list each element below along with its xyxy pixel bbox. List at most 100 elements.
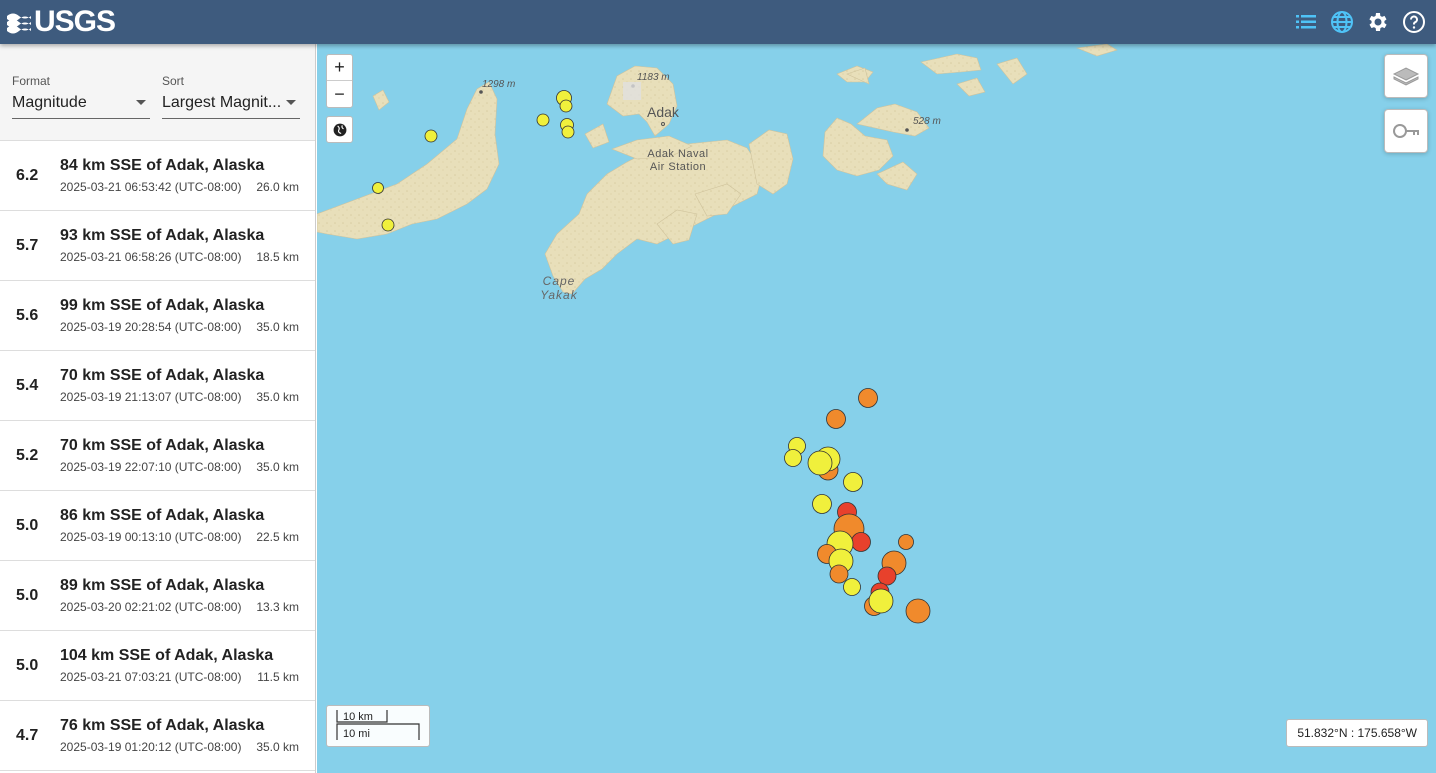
depth: 26.0 km <box>256 180 299 194</box>
globe-icon[interactable] <box>1330 10 1354 34</box>
elevation-label: 1298 m <box>482 79 516 90</box>
depth: 18.5 km <box>256 250 299 264</box>
place-label-naval-station: Adak Naval Air Station <box>647 148 709 173</box>
earthquake-list-item[interactable]: 5.6 99 km SSE of Adak, Alaska 2025-03-19 2… <box>0 281 315 351</box>
usgs-wave-icon <box>7 13 31 34</box>
key-icon <box>1393 124 1419 138</box>
logo-text: USGS <box>34 5 116 38</box>
event-time: 2025-03-19 20:28:54 (UTC-08:00) <box>60 320 242 334</box>
magnitude: 5.7 <box>16 237 39 254</box>
event-time: 2025-03-21 06:53:42 (UTC-08:00) <box>60 180 242 194</box>
earthquake-list-panel: Format Magnitude Sort Largest Magnit... … <box>0 44 316 773</box>
earthquake-marker[interactable] <box>877 566 897 586</box>
earthquake-marker[interactable] <box>559 99 573 113</box>
elevation-label: 528 m <box>913 116 941 127</box>
location: 76 km SSE of Adak, Alaska <box>60 717 265 734</box>
sort-select[interactable]: Sort Largest Magnit... <box>162 74 300 119</box>
magnitude: 5.2 <box>16 447 39 464</box>
location: 70 km SSE of Adak, Alaska <box>60 367 265 384</box>
magnitude: 5.0 <box>16 587 39 604</box>
list-icon[interactable] <box>1294 10 1318 34</box>
earthquake-list-item[interactable]: 6.2 84 km SSE of Adak, Alaska 2025-03-21 0… <box>0 141 315 211</box>
earthquake-list-item[interactable]: 5.0 104 km SSE of Adak, Alaska 2025-03-21 … <box>0 631 315 701</box>
earthquake-marker[interactable] <box>858 388 878 408</box>
depth: 13.3 km <box>256 600 299 614</box>
map-scale: 10 km 10 mi <box>326 705 430 747</box>
earthquake-marker[interactable] <box>536 113 550 127</box>
format-select[interactable]: Format Magnitude <box>12 74 150 119</box>
settings-icon[interactable] <box>1366 10 1390 34</box>
format-label: Format <box>12 74 51 88</box>
earthquake-marker[interactable] <box>807 450 833 476</box>
earthquake-marker[interactable] <box>829 564 849 584</box>
earthquake-list-item[interactable]: 4.7 76 km SSE of Adak, Alaska 2025-03-19 0… <box>0 701 315 771</box>
earthquake-marker[interactable] <box>381 218 395 232</box>
chevron-down-icon <box>136 100 146 105</box>
earthquake-marker[interactable] <box>905 598 931 624</box>
basemap[interactable] <box>317 44 1436 773</box>
zoom-out-button[interactable]: − <box>327 81 352 107</box>
location: 84 km SSE of Adak, Alaska <box>60 157 265 174</box>
location: 70 km SSE of Adak, Alaska <box>60 437 265 454</box>
chevron-down-icon <box>286 100 296 105</box>
event-time: 2025-03-19 01:20:12 (UTC-08:00) <box>60 740 242 754</box>
event-time: 2025-03-19 00:13:10 (UTC-08:00) <box>60 530 242 544</box>
earthquake-marker[interactable] <box>843 472 863 492</box>
earthquake-marker[interactable] <box>898 534 914 550</box>
earthquake-list-item[interactable]: 5.0 89 km SSE of Adak, Alaska 2025-03-20 0… <box>0 561 315 631</box>
legend-button[interactable] <box>1384 109 1428 153</box>
earthquake-list-item[interactable]: 5.2 70 km SSE of Adak, Alaska 2025-03-19 2… <box>0 421 315 491</box>
earthquake-marker[interactable] <box>561 125 575 139</box>
earthquake-list: 6.2 84 km SSE of Adak, Alaska 2025-03-21 0… <box>0 141 315 771</box>
magnitude: 6.2 <box>16 167 39 184</box>
layers-button[interactable] <box>1384 54 1428 98</box>
event-time: 2025-03-19 21:13:07 (UTC-08:00) <box>60 390 242 404</box>
zoom-in-button[interactable]: + <box>327 55 352 81</box>
location: 89 km SSE of Adak, Alaska <box>60 577 265 594</box>
depth: 22.5 km <box>256 530 299 544</box>
event-time: 2025-03-19 22:07:10 (UTC-08:00) <box>60 460 242 474</box>
magnitude: 5.0 <box>16 517 39 534</box>
location: 99 km SSE of Adak, Alaska <box>60 297 265 314</box>
earthquake-list-item[interactable]: 5.0 86 km SSE of Adak, Alaska 2025-03-19 0… <box>0 491 315 561</box>
depth: 35.0 km <box>256 740 299 754</box>
location: 86 km SSE of Adak, Alaska <box>60 507 265 524</box>
layers-icon <box>1392 67 1420 86</box>
earthquake-marker[interactable] <box>826 409 846 429</box>
earthquake-list-item[interactable]: 5.4 70 km SSE of Adak, Alaska 2025-03-19 2… <box>0 351 315 421</box>
magnitude: 4.7 <box>16 727 39 744</box>
earthquake-marker[interactable] <box>843 578 861 596</box>
format-value-text: Magnitude <box>12 94 87 111</box>
place-label-cape: Cape Yakak <box>540 274 578 302</box>
map-view[interactable]: 1298 m 1183 m 528 m Adak Adak Naval Air … <box>317 44 1436 773</box>
place-label-adak: Adak <box>647 104 679 120</box>
list-controls: Format Magnitude Sort Largest Magnit... <box>0 44 315 141</box>
earthquake-marker[interactable] <box>424 129 438 143</box>
location: 93 km SSE of Adak, Alaska <box>60 227 265 244</box>
earthquake-marker[interactable] <box>851 532 871 552</box>
globe-icon <box>333 123 346 136</box>
zoom-control: + − <box>326 54 353 108</box>
event-time: 2025-03-20 02:21:02 (UTC-08:00) <box>60 600 242 614</box>
depth: 35.0 km <box>256 460 299 474</box>
magnitude: 5.0 <box>16 657 39 674</box>
earthquake-list-item[interactable]: 5.7 93 km SSE of Adak, Alaska 2025-03-21 0… <box>0 211 315 281</box>
elevation-label: 1183 m <box>637 72 670 83</box>
earthquake-marker[interactable] <box>784 449 802 467</box>
event-time: 2025-03-21 07:03:21 (UTC-08:00) <box>60 670 242 684</box>
earthquake-marker[interactable] <box>372 182 384 194</box>
app-header: USGS <box>0 0 1436 44</box>
world-view-button[interactable] <box>326 116 353 143</box>
format-value[interactable]: Magnitude <box>12 94 150 119</box>
depth: 35.0 km <box>256 390 299 404</box>
sort-value[interactable]: Largest Magnit... <box>162 94 300 119</box>
sort-label: Sort <box>162 74 185 88</box>
magnitude: 5.6 <box>16 307 39 324</box>
location: 104 km SSE of Adak, Alaska <box>60 647 274 664</box>
event-time: 2025-03-21 06:58:26 (UTC-08:00) <box>60 250 242 264</box>
earthquake-marker[interactable] <box>868 588 894 614</box>
help-icon[interactable] <box>1402 10 1426 34</box>
magnitude: 5.4 <box>16 377 39 394</box>
usgs-logo[interactable]: USGS <box>6 0 116 44</box>
earthquake-marker[interactable] <box>812 494 832 514</box>
